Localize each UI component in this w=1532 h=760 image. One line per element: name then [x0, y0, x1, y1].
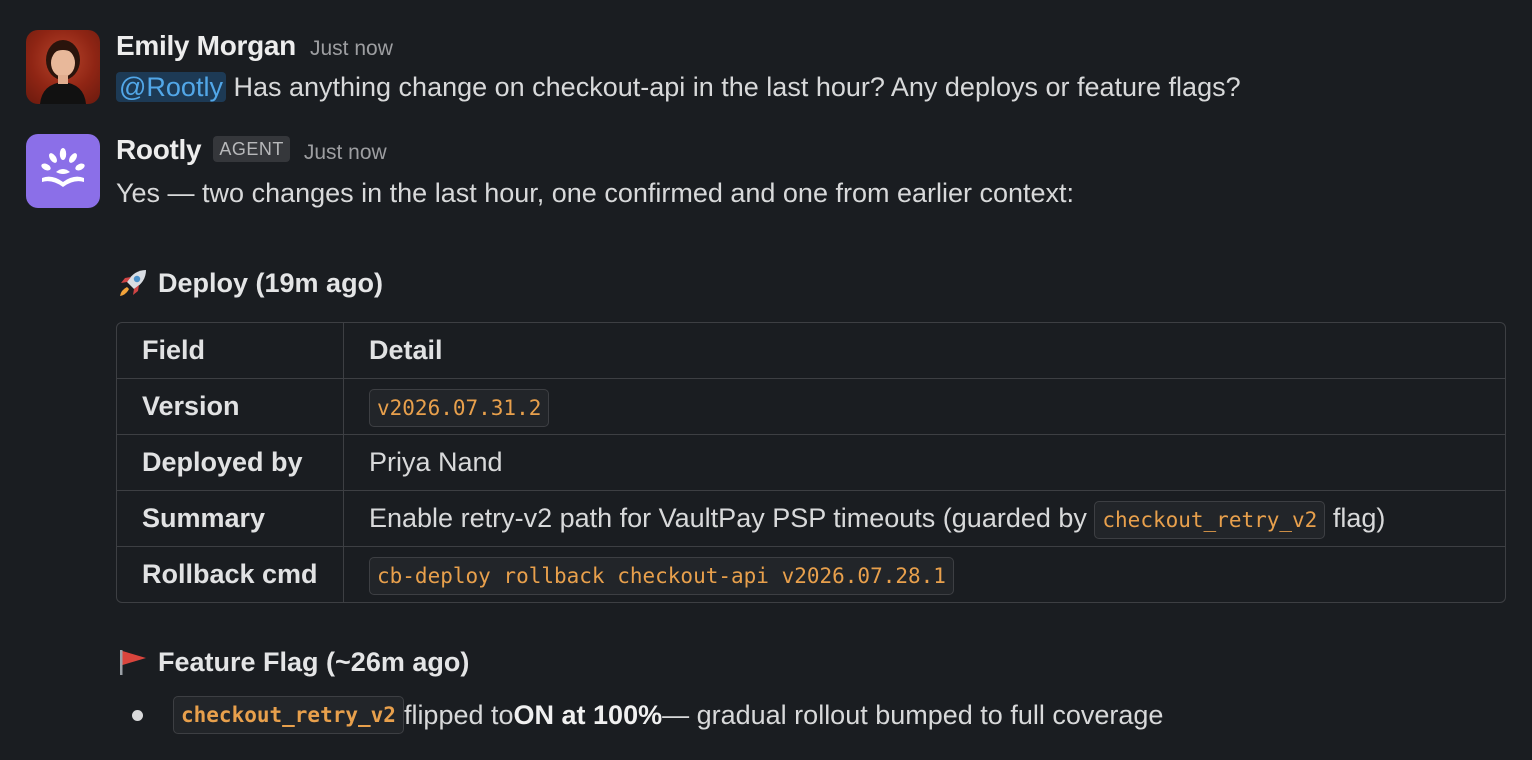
inline-code: checkout_retry_v2	[1094, 501, 1326, 539]
message-emily: Emily Morgan Just now @Rootly Has anythi…	[26, 30, 1506, 110]
list-item: checkout_retry_v2 flipped to ON at 100% …	[116, 696, 1163, 734]
mention-rootly[interactable]: @Rootly	[116, 72, 226, 102]
bullet-dot	[132, 709, 143, 721]
message-text: Yes — two changes in the last hour, one …	[116, 178, 1075, 208]
message-rootly: Rootly AGENT Just now Yes — two changes …	[26, 134, 1506, 754]
message-body: Has anything change on checkout-api in t…	[225, 72, 1241, 102]
row-field-rollback: Rollback cmd	[117, 547, 344, 602]
deploy-section-title: Deploy (19m ago)	[116, 266, 383, 300]
timestamp[interactable]: Just now	[310, 37, 393, 61]
deploy-details-table: Field Detail Version v2026.07.31.2 Deplo…	[116, 322, 1506, 603]
flag-text: flipped to	[403, 699, 514, 730]
avatar-emily[interactable]	[26, 30, 100, 104]
row-detail-deployed-by: Priya Nand	[344, 435, 1505, 491]
feature-flag-title: Feature Flag (~26m ago)	[158, 646, 470, 677]
row-detail-version: v2026.07.31.2	[344, 379, 1505, 435]
row-field-deployed-by: Deployed by	[117, 435, 344, 491]
rocket-icon	[116, 266, 150, 300]
row-field-version: Version	[117, 379, 344, 435]
table-row: Version v2026.07.31.2	[117, 379, 1505, 435]
user-avatar-icon	[40, 40, 86, 104]
table-row: Deployed by Priya Nand	[117, 435, 1505, 491]
sender-name[interactable]: Rootly	[116, 134, 202, 166]
row-field-summary: Summary	[117, 491, 344, 547]
feature-flag-section-title: Feature Flag (~26m ago)	[116, 645, 469, 679]
inline-code: cb-deploy rollback checkout-api v2026.07…	[369, 557, 954, 595]
summary-text-end: flag)	[1325, 503, 1386, 533]
row-detail-summary: Enable retry-v2 path for VaultPay PSP ti…	[344, 491, 1505, 547]
row-detail-rollback: cb-deploy rollback checkout-api v2026.07…	[344, 547, 1505, 602]
agent-badge: AGENT	[213, 136, 290, 162]
inline-code: checkout_retry_v2	[173, 696, 404, 734]
inline-code: v2026.07.31.2	[369, 389, 550, 427]
column-header-detail: Detail	[344, 323, 1505, 379]
deploy-title: Deploy (19m ago)	[158, 267, 384, 298]
column-header-field: Field	[117, 323, 344, 379]
sender-name[interactable]: Emily Morgan	[116, 30, 296, 62]
summary-text: Enable retry-v2 path for VaultPay PSP ti…	[369, 503, 1095, 533]
flag-text-end: — gradual rollout bumped to full coverag…	[662, 699, 1164, 730]
flag-state: ON at 100%	[513, 699, 663, 730]
rootly-logo-icon	[41, 148, 85, 187]
table-header-row: Field Detail	[117, 323, 1505, 379]
table-row: Rollback cmd cb-deploy rollback checkout…	[117, 547, 1505, 602]
timestamp[interactable]: Just now	[304, 141, 387, 165]
message-text: @Rootly Has anything change on checkout-…	[116, 69, 1506, 105]
avatar-rootly[interactable]	[26, 134, 100, 208]
table-row: Summary Enable retry-v2 path for VaultPa…	[117, 491, 1505, 547]
red-flag-icon	[116, 645, 150, 679]
